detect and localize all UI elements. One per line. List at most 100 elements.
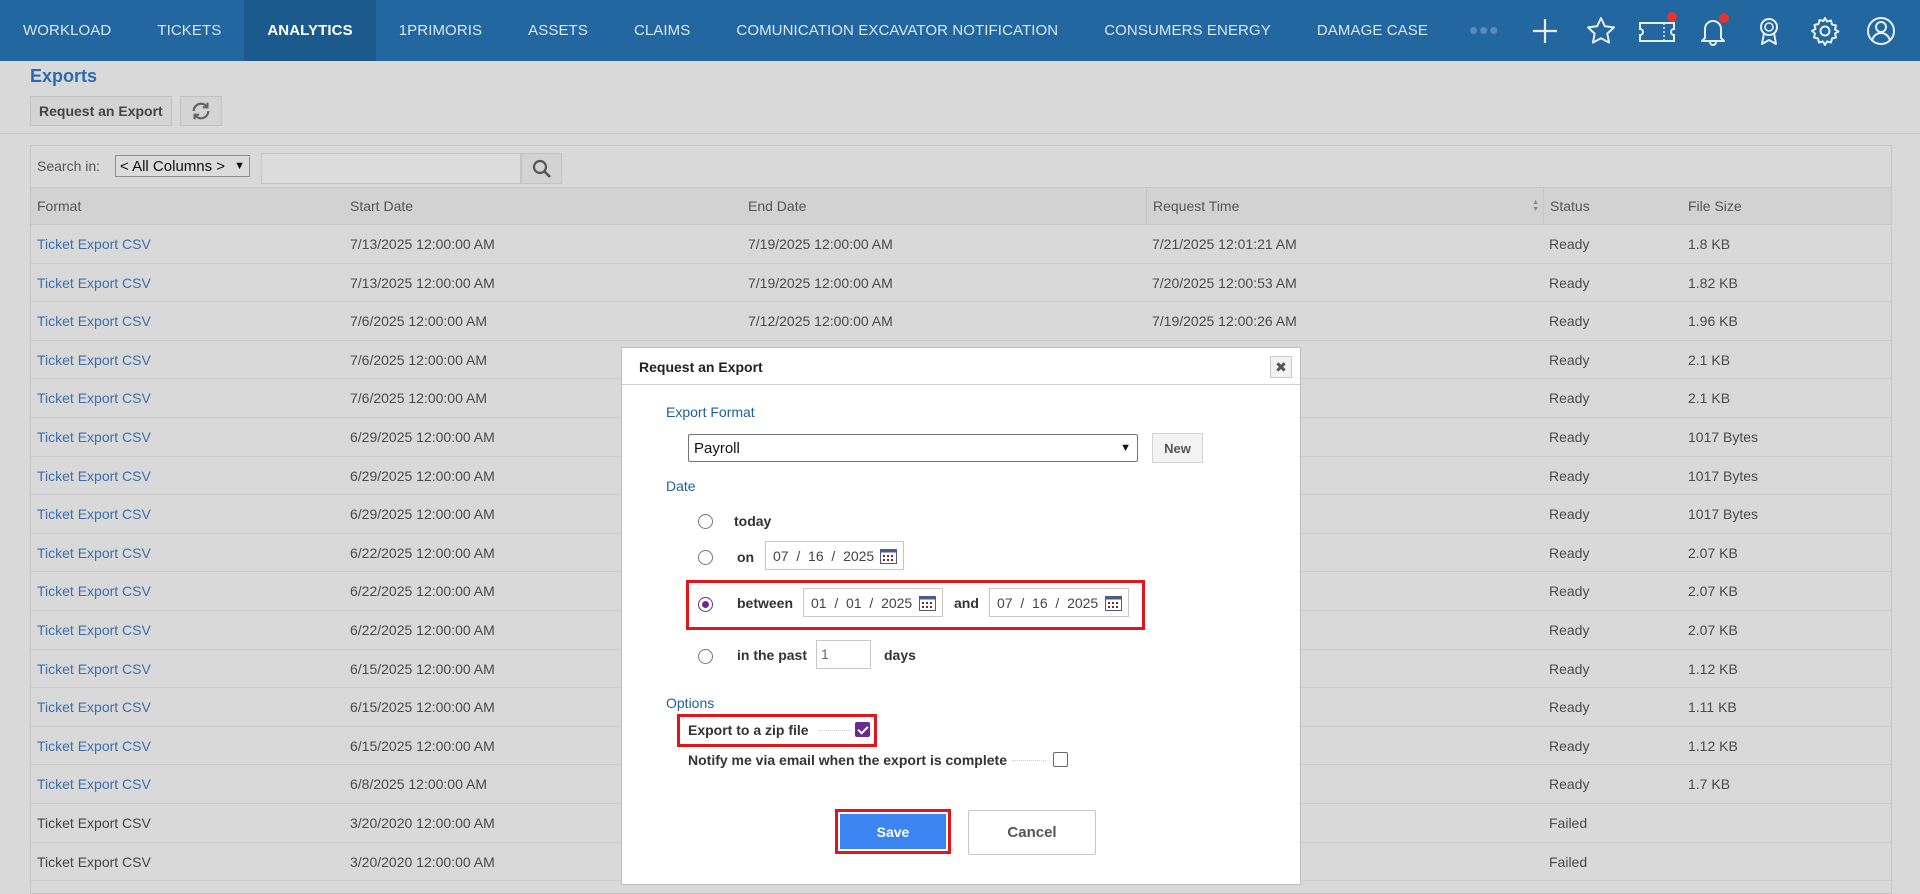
table-row: Ticket Export CSV 7/6/2025 12:00:00 AM 7/1… xyxy=(31,302,1891,341)
search-input[interactable] xyxy=(261,153,521,184)
cell-start-date: 6/29/2025 12:00:00 AM xyxy=(350,428,495,445)
column-header-end-date[interactable]: End Date xyxy=(742,188,1140,224)
date-separator: / xyxy=(1047,594,1068,611)
page-title: Exports xyxy=(30,66,98,86)
request-export-button[interactable]: Request an Export xyxy=(30,96,172,126)
cell-status: Ready xyxy=(1549,699,1590,716)
nav-tab-workload[interactable]: WORKLOAD xyxy=(0,0,134,61)
export-download-link[interactable]: Ticket Export CSV xyxy=(31,572,151,610)
refresh-button[interactable] xyxy=(180,96,222,126)
export-download-link[interactable]: Ticket Export CSV xyxy=(31,495,151,533)
radio-today[interactable] xyxy=(698,514,713,529)
and-label: and xyxy=(954,595,979,611)
cell-file-size: 1.12 KB xyxy=(1688,737,1738,754)
top-navigation: WORKLOAD TICKETS ANALYTICS 1PRIMORIS ASSETS C… xyxy=(0,0,1920,61)
nav-tab-claims[interactable]: CLAIMS xyxy=(611,0,713,61)
more-tabs-icon[interactable]: ••• xyxy=(1451,0,1517,61)
export-download-link[interactable]: Ticket Export CSV xyxy=(31,534,151,572)
export-download-link[interactable]: Ticket Export CSV xyxy=(31,264,151,302)
gear-icon[interactable] xyxy=(1797,0,1853,61)
cell-file-size: 2.1 KB xyxy=(1688,390,1731,407)
close-icon[interactable]: ✖ xyxy=(1270,356,1292,378)
date-separator: / xyxy=(823,547,844,564)
cell-start-date: 6/22/2025 12:00:00 AM xyxy=(350,621,495,638)
table-row: Ticket Export CSV 7/13/2025 12:00:00 AM 7/… xyxy=(31,225,1891,264)
cell-start-date: 6/29/2025 12:00:00 AM xyxy=(350,506,495,523)
cell-file-size: 1.96 KB xyxy=(1688,313,1738,330)
date-section-label: Date xyxy=(666,478,696,494)
nav-tab-comunication-excavator-notification[interactable]: COMUNICATION EXCAVATOR NOTIFICATION xyxy=(713,0,1081,61)
header-divider xyxy=(0,133,1920,134)
nav-tab-1primoris[interactable]: 1PRIMORIS xyxy=(376,0,505,61)
cell-file-size: 2.1 KB xyxy=(1688,351,1731,368)
nav-tab-tickets[interactable]: TICKETS xyxy=(134,0,244,61)
cell-status: Ready xyxy=(1549,506,1590,523)
ticket-icon[interactable] xyxy=(1629,0,1685,61)
cell-status: Ready xyxy=(1549,236,1590,252)
column-header-file-size[interactable]: File Size xyxy=(1682,188,1891,224)
nav-tab-analytics[interactable]: ANALYTICS xyxy=(244,0,376,61)
notify-email-checkbox[interactable] xyxy=(1053,752,1068,767)
export-download-link[interactable]: Ticket Export CSV xyxy=(31,688,151,726)
export-zip-checkbox[interactable] xyxy=(855,722,870,737)
export-download-link[interactable]: Ticket Export CSV xyxy=(31,650,151,688)
between-from-date-field[interactable]: 01 / 01 / 2025 xyxy=(803,588,943,617)
radio-on-date[interactable] xyxy=(698,550,713,565)
search-label: Search in: xyxy=(37,158,101,174)
export-download-link[interactable]: Ticket Export CSV xyxy=(31,225,151,263)
from-date-month: 01 xyxy=(811,594,827,611)
cell-start-date: 6/8/2025 12:00:00 AM xyxy=(350,776,487,793)
save-button[interactable]: Save xyxy=(835,809,951,854)
nav-tab-damage-case[interactable]: DAMAGE CASE xyxy=(1294,0,1451,61)
radio-in-the-past[interactable] xyxy=(698,649,713,664)
export-download-link[interactable]: Ticket Export CSV xyxy=(31,302,151,340)
award-icon[interactable] xyxy=(1741,0,1797,61)
calendar-icon[interactable] xyxy=(880,548,897,564)
new-format-button[interactable]: New xyxy=(1152,433,1203,463)
between-to-date-field[interactable]: 07 / 16 / 2025 xyxy=(989,588,1129,617)
past-days-input[interactable]: 1 xyxy=(816,640,871,669)
calendar-icon[interactable] xyxy=(919,595,936,611)
export-download-link[interactable]: Ticket Export CSV xyxy=(31,418,151,456)
search-button[interactable] xyxy=(521,153,562,184)
cell-status: Ready xyxy=(1549,621,1590,638)
export-download-link[interactable]: Ticket Export CSV xyxy=(31,457,151,495)
search-column-select[interactable]: < All Columns > ▼ xyxy=(115,155,250,177)
bell-icon[interactable] xyxy=(1685,0,1741,61)
export-format-select[interactable]: Payroll ▼ xyxy=(688,434,1138,462)
calendar-icon[interactable] xyxy=(1105,595,1122,611)
cell-format: Ticket Export CSV xyxy=(37,814,151,831)
options-section-label: Options xyxy=(666,695,715,711)
help-link[interactable]: HELP xyxy=(1909,22,1920,39)
cell-file-size: 1017 Bytes xyxy=(1688,428,1759,445)
on-date-field[interactable]: 07 / 16 / 2025 xyxy=(765,541,904,570)
export-download-link[interactable]: Ticket Export CSV xyxy=(31,341,151,379)
cell-start-date: 6/15/2025 12:00:00 AM xyxy=(350,660,495,677)
column-header-start-date[interactable]: Start Date xyxy=(344,188,742,224)
column-header-format[interactable]: Format xyxy=(31,188,344,224)
plus-icon[interactable] xyxy=(1517,0,1573,61)
sort-icon: ▲ ▼ xyxy=(1532,199,1539,213)
cell-format: Ticket Export CSV xyxy=(37,853,151,870)
cell-start-date: 3/20/2020 12:00:00 AM xyxy=(350,853,495,870)
cell-status: Ready xyxy=(1549,313,1590,330)
to-date-month: 07 xyxy=(997,594,1013,611)
nav-tab-consumers-energy[interactable]: CONSUMERS ENERGY xyxy=(1081,0,1294,61)
cancel-button[interactable]: Cancel xyxy=(968,810,1096,855)
user-icon[interactable] xyxy=(1853,0,1909,61)
radio-between[interactable] xyxy=(698,597,713,612)
export-format-value: Payroll xyxy=(694,439,740,457)
column-header-request-time[interactable]: Request Time ▲ ▼ xyxy=(1146,188,1543,224)
column-header-status[interactable]: Status xyxy=(1543,188,1682,224)
cell-status: Ready xyxy=(1549,390,1590,407)
cell-file-size: 1.7 KB xyxy=(1688,776,1731,793)
cell-start-date: 7/6/2025 12:00:00 AM xyxy=(350,390,487,407)
export-download-link[interactable]: Ticket Export CSV xyxy=(31,765,151,803)
search-column-value: < All Columns > xyxy=(120,157,226,175)
cell-end-date: 7/19/2025 12:00:00 AM xyxy=(748,236,893,252)
export-download-link[interactable]: Ticket Export CSV xyxy=(31,727,151,765)
nav-tab-assets[interactable]: ASSETS xyxy=(505,0,611,61)
star-icon[interactable] xyxy=(1573,0,1629,61)
export-download-link[interactable]: Ticket Export CSV xyxy=(31,611,151,649)
export-download-link[interactable]: Ticket Export CSV xyxy=(31,379,151,417)
